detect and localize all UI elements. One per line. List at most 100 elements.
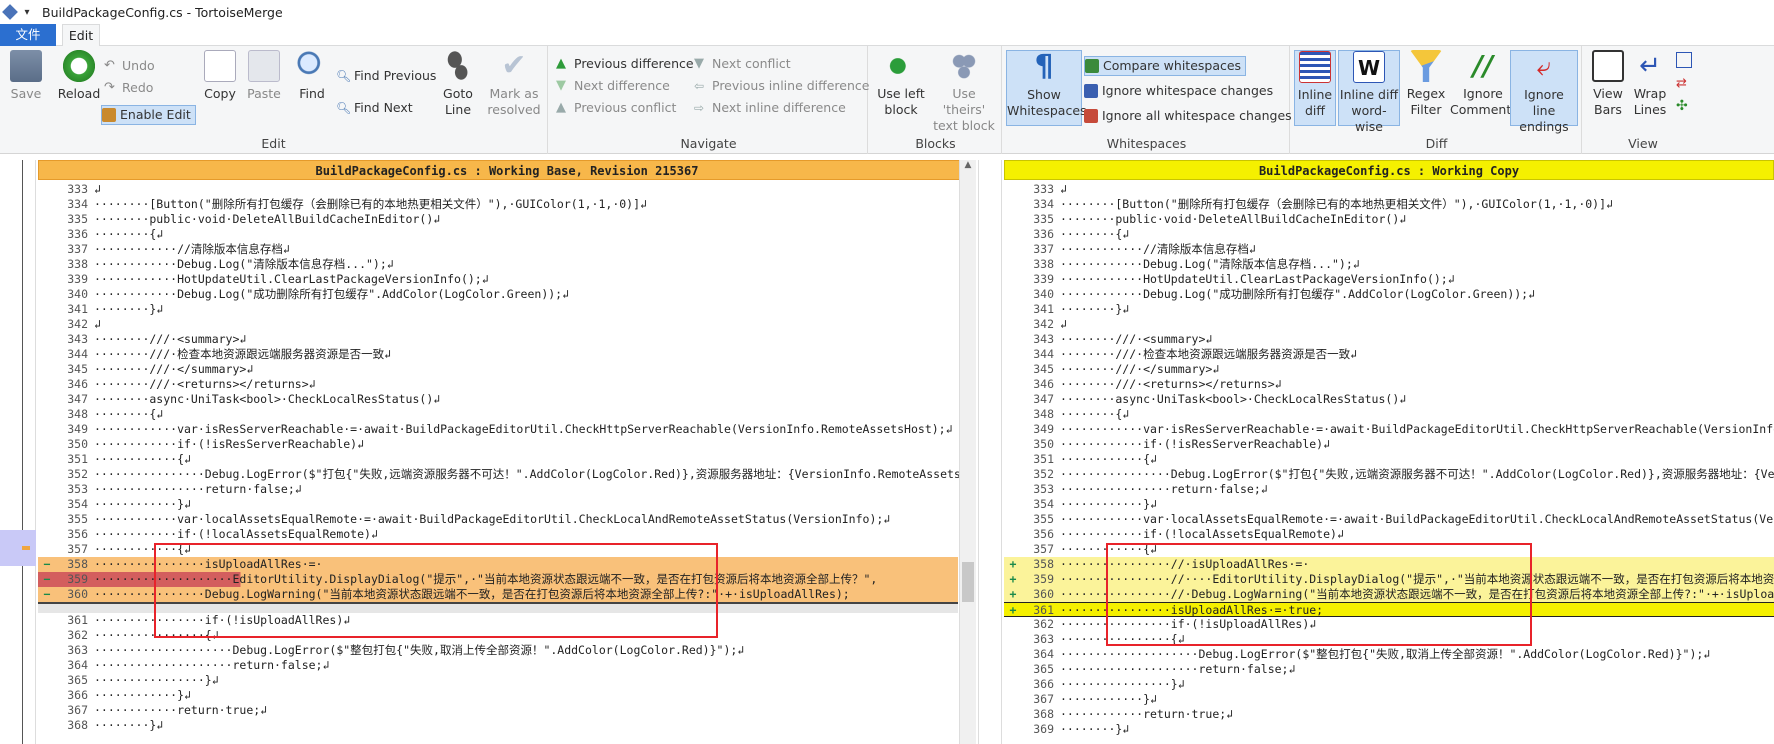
code-line[interactable]: 369 ········}↲	[1004, 722, 1774, 737]
code-line[interactable]: 347 ········async·UniTask<bool>·CheckLoca…	[1004, 392, 1774, 407]
code-line[interactable]: 340 ············Debug.Log("成功删除所有打包缓存".Ad…	[38, 287, 958, 302]
code-line[interactable]: 340 ············Debug.Log("成功删除所有打包缓存".Ad…	[1004, 287, 1774, 302]
previous-conflict-button[interactable]: ▲ Previous conflict	[556, 98, 676, 118]
code-line[interactable]: 348 ········{↲	[38, 407, 958, 422]
layout-icon[interactable]	[1676, 52, 1692, 68]
view-bars-button[interactable]: View Bars	[1588, 50, 1628, 118]
code-line[interactable]: 341 ········}↲	[1004, 302, 1774, 317]
code-line[interactable]: 347 ········async·UniTask<bool>·CheckLoca…	[38, 392, 958, 407]
previous-inline-difference-button[interactable]: ⇦ Previous inline difference	[694, 76, 869, 96]
inline-diff-button[interactable]: Inline diff	[1294, 50, 1336, 126]
code-line[interactable]: 337 ············//清除版本信息存档↲	[1004, 242, 1774, 257]
code-line[interactable]: 368 ············return·true;↲	[1004, 707, 1774, 722]
code-line[interactable]: 351 ············{↲	[38, 452, 958, 467]
code-line[interactable]: 336 ········{↲	[1004, 227, 1774, 242]
tab-file[interactable]: 文件	[0, 24, 56, 46]
ignore-line-endings-button[interactable]: ⤶ Ignore line endings	[1510, 50, 1578, 134]
code-line[interactable]: 338 ············Debug.Log("清除版本信息存档...");…	[1004, 257, 1774, 272]
right-diff-pane[interactable]: BuildPackageConfig.cs : Working Copy 333…	[1004, 160, 1774, 744]
code-line[interactable]: 335 ········public·void·DeleteAllBuildCac…	[1004, 212, 1774, 227]
code-line[interactable]: 346 ········///·<returns></returns>↲	[1004, 377, 1774, 392]
code-line[interactable]: 350 ············if·(!isResServerReachable…	[1004, 437, 1774, 452]
code-line[interactable]: 367 ············return·true;↲	[38, 703, 958, 718]
use-theirs-block-button[interactable]: Use 'theirs' text block	[930, 50, 998, 134]
code-line[interactable]: 341 ········}↲	[38, 302, 958, 317]
find-next-button[interactable]: 🔍︎ Find Next	[336, 98, 413, 118]
redo-button[interactable]: ↷ Redo	[104, 78, 153, 98]
left-location-bar[interactable]	[0, 160, 36, 744]
code-line[interactable]: 354 ············}↲	[1004, 497, 1774, 512]
left-diff-pane[interactable]: BuildPackageConfig.cs : Working Base, Re…	[38, 160, 976, 744]
next-conflict-button[interactable]: ▼ Next conflict	[694, 54, 791, 74]
code-line[interactable]: 354 ············}↲	[38, 497, 958, 512]
ignore-all-whitespace-button[interactable]: Ignore all whitespace changes	[1084, 106, 1292, 126]
code-line[interactable]: 344 ········///·检查本地资源跟远端服务器资源是否一致↲	[38, 347, 958, 362]
mark-resolved-button[interactable]: ✔ Mark as resolved	[486, 50, 542, 118]
next-inline-difference-button[interactable]: ⇨ Next inline difference	[694, 98, 846, 118]
code-line[interactable]: 334 ········[Button("删除所有打包缓存（会删除已有的本地热更相…	[38, 197, 958, 212]
code-line[interactable]: 336 ········{↲	[38, 227, 958, 242]
paste-button[interactable]: Paste	[244, 50, 284, 102]
left-vertical-scrollbar[interactable]: ▲	[959, 160, 976, 744]
code-line[interactable]: 345 ········///·</summary>↲	[1004, 362, 1774, 377]
code-line[interactable]: 343 ········///·<summary>↲	[1004, 332, 1774, 347]
code-line[interactable]: 366 ················}↲	[1004, 677, 1774, 692]
code-line[interactable]: 346 ········///·<returns></returns>↲	[38, 377, 958, 392]
code-line[interactable]: 342 ↲	[38, 317, 958, 332]
save-button[interactable]: Save	[6, 50, 46, 102]
code-line[interactable]: 344 ········///·检查本地资源跟远端服务器资源是否一致↲	[1004, 347, 1774, 362]
code-line[interactable]: 353 ················return·false;↲	[1004, 482, 1774, 497]
code-line[interactable]: 364 ····················return·false;↲	[38, 658, 958, 673]
code-line[interactable]: 363 ····················Debug.LogError($"…	[38, 643, 958, 658]
code-line[interactable]: 349 ············var·isResServerReachable·…	[38, 422, 958, 437]
code-line[interactable]: 353 ················return·false;↲	[38, 482, 958, 497]
right-location-bar[interactable]	[978, 160, 1002, 744]
swap-icon[interactable]: ⇄	[1676, 76, 1692, 92]
code-line[interactable]: 355 ············var·localAssetsEqualRemot…	[38, 512, 958, 527]
undo-button[interactable]: ↶ Undo	[104, 56, 155, 76]
code-line[interactable]: 350 ············if·(!isResServerReachable…	[38, 437, 958, 452]
code-line[interactable]: 348 ········{↲	[1004, 407, 1774, 422]
code-line[interactable]: 339 ············HotUpdateUtil.ClearLastPa…	[38, 272, 958, 287]
reload-button[interactable]: Reload	[54, 50, 104, 102]
quick-access-dropdown-icon[interactable]: ▾	[18, 7, 36, 18]
code-line[interactable]: 368 ········}↲	[38, 718, 958, 733]
goto-line-button[interactable]: Goto Line	[438, 50, 478, 118]
code-line[interactable]: 337 ············//清除版本信息存档↲	[38, 242, 958, 257]
code-line[interactable]: 355 ············var·localAssetsEqualRemot…	[1004, 512, 1774, 527]
code-line[interactable]: 334 ········[Button("删除所有打包缓存（会删除已有的本地热更相…	[1004, 197, 1774, 212]
code-line[interactable]: 333 ↲	[1004, 182, 1774, 197]
wrap-lines-button[interactable]: ↵ Wrap Lines	[1630, 50, 1670, 118]
enable-edit-button[interactable]: Enable Edit	[101, 105, 196, 125]
inline-diff-word-wise-button[interactable]: W Inline diff word-wise	[1338, 50, 1400, 134]
right-code-lines[interactable]: 333 ↲ 334 ········[Button("删除所有打包缓存（会删除已有的本…	[1004, 182, 1774, 737]
find-previous-button[interactable]: 🔍︎ Find Previous	[336, 66, 436, 86]
code-line[interactable]: 352 ················Debug.LogError($"打包{"…	[38, 467, 976, 482]
previous-difference-button[interactable]: ▲ Previous difference	[556, 54, 694, 74]
code-line[interactable]: 352 ················Debug.LogError($"打包{"…	[1004, 467, 1774, 482]
show-whitespaces-button[interactable]: ¶ Show Whitespaces	[1006, 50, 1087, 126]
app-icon[interactable]	[2, 4, 18, 20]
code-line[interactable]: 351 ············{↲	[1004, 452, 1774, 467]
tab-edit[interactable]: Edit	[62, 24, 100, 47]
left-code-lines[interactable]: 333 ↲ 334 ········[Button("删除所有打包缓存（会删除已有的本…	[38, 182, 976, 733]
code-line[interactable]: 356 ············if·(!localAssetsEqualRemo…	[38, 527, 958, 542]
code-line[interactable]: 349 ············var·isResServerReachable·…	[1004, 422, 1774, 437]
code-line[interactable]: 339 ············HotUpdateUtil.ClearLastPa…	[1004, 272, 1774, 287]
code-line[interactable]: 366 ············}↲	[38, 688, 958, 703]
code-line[interactable]: 342 ↲	[1004, 317, 1774, 332]
regex-filter-button[interactable]: Regex Filter	[1404, 50, 1448, 118]
find-button[interactable]: Find	[294, 50, 330, 102]
next-difference-button[interactable]: ▼ Next difference	[556, 76, 670, 96]
code-line[interactable]: 365 ················}↲	[38, 673, 958, 688]
code-line[interactable]: 333 ↲	[38, 182, 958, 197]
code-line[interactable]: 345 ········///·</summary>↲	[38, 362, 958, 377]
code-line[interactable]: 364 ····················Debug.LogError($"…	[1004, 647, 1774, 662]
code-line[interactable]: 338 ············Debug.Log("清除版本信息存档...");…	[38, 257, 958, 272]
code-line[interactable]: 343 ········///·<summary>↲	[38, 332, 958, 347]
ignore-whitespace-changes-button[interactable]: Ignore whitespace changes	[1084, 81, 1273, 101]
code-line[interactable]: 356 ············if·(!localAssetsEqualRemo…	[1004, 527, 1774, 542]
collapse-icon[interactable]: ✣	[1676, 98, 1692, 114]
code-line[interactable]: 365 ····················return·false;↲	[1004, 662, 1774, 677]
code-line[interactable]: 367 ············}↲	[1004, 692, 1774, 707]
